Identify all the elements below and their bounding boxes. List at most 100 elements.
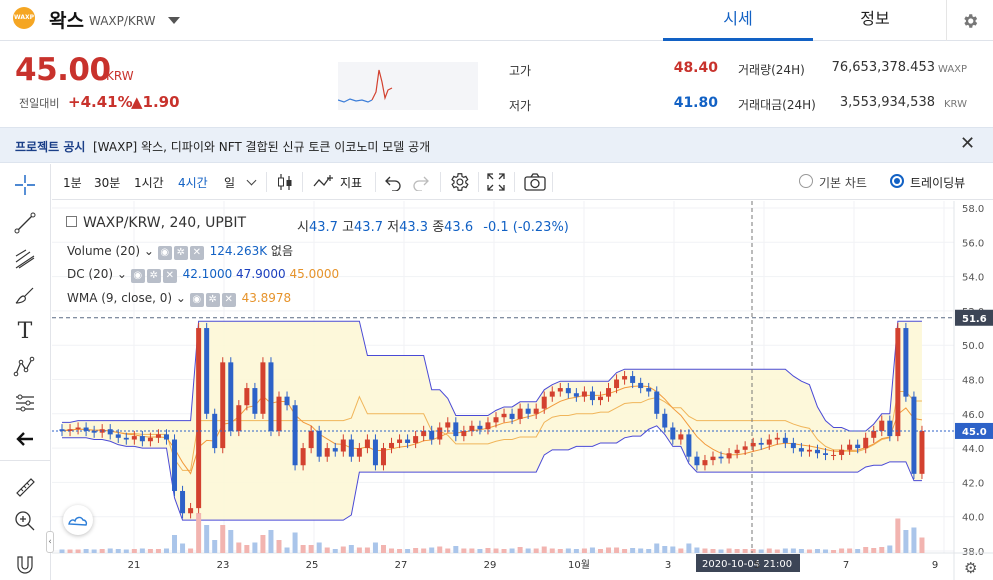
tab-price[interactable]: 시세 [663,0,813,41]
crosshair-icon[interactable] [9,170,41,200]
volume-bar [453,546,459,553]
high-line-label: 51.6 [962,314,987,325]
coin-name[interactable]: 왁스 [49,6,84,33]
mini-chart [337,62,478,110]
candle-body [252,388,258,414]
price-unit: KRW [106,69,134,83]
remove-icon[interactable]: ✕ [162,269,177,283]
indicators-label[interactable]: 지표 [340,174,362,191]
current-price-label: 45.0 [962,427,987,438]
interval-30m[interactable]: 30분 [94,174,120,191]
volume-bar [501,549,507,553]
eye-icon[interactable]: ◉ [130,269,145,283]
measure-icon[interactable] [9,388,41,418]
redo-icon[interactable] [412,173,430,195]
volume-legend[interactable]: Volume (20) ⌄ ◉ ✲ ✕ 124.263K 없음 [67,242,293,260]
basic-chart-label[interactable]: 기본 차트 [819,174,867,191]
interval-4h[interactable]: 4시간 [178,174,208,191]
candle-body [855,444,861,449]
volume-bar [782,548,788,553]
candle-body [847,444,853,450]
undo-icon[interactable] [384,173,402,195]
tab-info[interactable]: 정보 [800,0,950,41]
candle-style-icon[interactable] [276,172,294,196]
candle-body [316,430,322,457]
coin-pair[interactable]: WAXP/KRW [89,14,156,28]
price-chart[interactable]: 58.056.054.052.050.048.046.044.042.040.0… [46,201,993,580]
notice-bar[interactable]: 프로젝트 공시 [WAXP] 왁스, 디파이와 NFT 결합된 신규 토큰 이코… [0,127,993,163]
zoom-in-icon[interactable] [9,506,41,536]
camera-icon[interactable] [523,172,547,196]
volume-bar [847,548,853,553]
candle-body [107,429,113,435]
interval-1m[interactable]: 1분 [63,174,82,191]
crosshair-time-label: 2020-10-04 21:00 [702,559,792,570]
tradingview-radio[interactable] [890,174,904,188]
axis-settings-icon[interactable]: ⚙ [964,559,977,577]
candle-body [421,430,427,437]
volume-bar [839,548,845,553]
collapse-handle[interactable]: ‹ [46,531,54,553]
brush-icon[interactable] [9,280,41,310]
text-tool-icon[interactable]: T [9,316,41,346]
settings-icon[interactable]: ✲ [146,269,161,283]
volume-bar [99,549,105,553]
candle-body [204,328,210,414]
candle-body [790,442,796,449]
ruler-icon[interactable] [9,472,41,502]
tradingview-label[interactable]: 트레이딩뷰 [910,174,965,191]
magnet-icon[interactable] [9,550,41,580]
volume-bar [557,549,563,553]
close-icon[interactable]: ✕ [960,133,975,154]
high-label-legend: 고 [342,220,355,235]
eye-icon[interactable]: ◉ [189,293,204,307]
interval-1d[interactable]: 일 [224,174,235,191]
volume-bar [268,530,274,553]
candle-body [413,436,419,443]
chevron-down-icon[interactable] [246,175,257,186]
volume-bar [638,548,644,553]
settings-icon[interactable]: ✲ [173,246,188,260]
trend-line-icon[interactable] [9,208,41,238]
change-legend: -0.1 (-0.23%) [483,220,569,235]
wma-name: WMA (9, close, 0) [67,291,173,305]
tv-logo-icon[interactable] [63,505,93,535]
remove-icon[interactable]: ✕ [189,246,204,260]
chart-settings-icon[interactable] [448,171,470,197]
volume-bar [823,549,829,553]
volume-bar [292,532,298,553]
volume-bar [429,547,435,553]
volume-bar [654,543,660,553]
dc-legend[interactable]: DC (20) ⌄ ◉ ✲ ✕ 42.1000 47.9000 45.0000 [67,267,339,283]
chevron-down-icon[interactable] [168,17,180,24]
dc-low: 42.1000 [182,267,233,281]
candle-body [702,460,708,466]
volume-bar [356,547,362,553]
basic-chart-radio[interactable] [799,174,813,188]
dc-mid: 45.0000 [289,267,340,281]
volume-bar [324,547,330,553]
header-bar: WAXP 왁스 WAXP/KRW 시세 정보 [0,0,993,41]
gear-icon[interactable] [946,0,993,41]
settings-icon[interactable]: ✲ [205,293,220,307]
notice-text[interactable]: [WAXP] 왁스, 디파이와 NFT 결합된 신규 토큰 이코노미 모델 공개 [93,138,430,155]
fib-icon[interactable] [9,244,41,274]
volume-bar [389,548,395,553]
volume-bar [750,549,756,553]
fullscreen-icon[interactable] [486,172,506,196]
y-tick-label: 46.0 [962,410,984,421]
candle-body [405,439,411,443]
volume-bar [646,549,652,553]
candle-body [839,449,845,455]
volume-bar [380,545,386,553]
candle-body [284,396,290,406]
wma-legend[interactable]: WMA (9, close, 0) ⌄ ◉ ✲ ✕ 43.8978 [67,291,291,307]
remove-icon[interactable]: ✕ [221,293,236,307]
indicators-icon[interactable] [312,172,336,196]
candle-body [678,434,684,440]
candle-body [228,362,234,431]
back-arrow-icon[interactable] [9,424,41,454]
eye-icon[interactable]: ◉ [157,246,172,260]
interval-1h[interactable]: 1시간 [134,174,164,191]
pattern-icon[interactable] [9,352,41,382]
